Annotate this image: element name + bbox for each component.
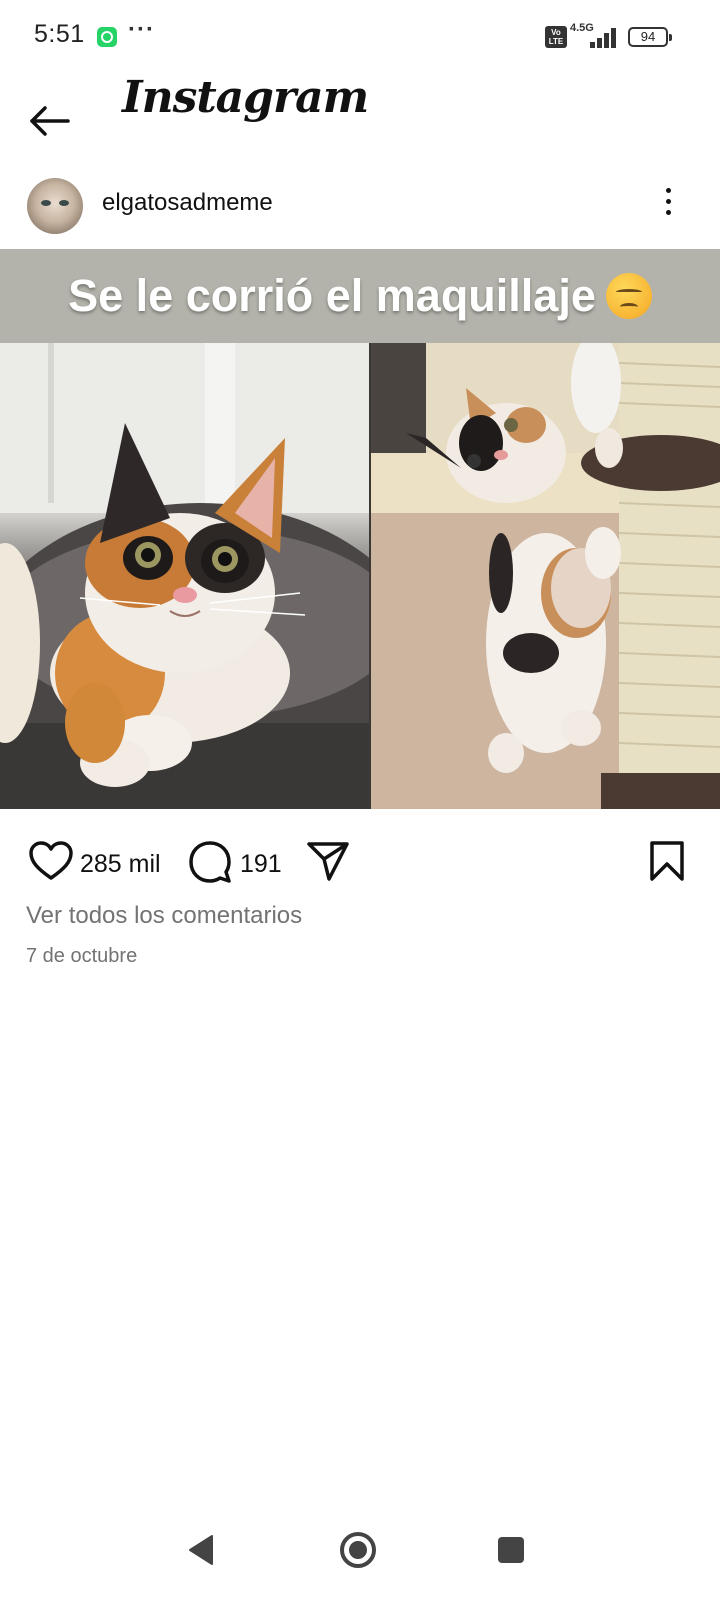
- bookmark-icon: [650, 841, 684, 881]
- avatar[interactable]: [27, 178, 83, 234]
- nav-recents-button[interactable]: [486, 1524, 536, 1574]
- share-button[interactable]: [306, 840, 350, 887]
- home-circle-icon: [340, 1532, 376, 1568]
- view-all-comments-link[interactable]: Ver todos los comentarios: [26, 902, 302, 930]
- post-actions: 285 mil 191: [0, 822, 720, 902]
- comment-count[interactable]: 191: [240, 850, 282, 879]
- nav-home-button[interactable]: [333, 1524, 383, 1574]
- heart-icon: [29, 841, 73, 880]
- caption-text: Se le corrió el maquillaje: [68, 270, 596, 321]
- post-header: elgatosadmeme: [0, 170, 720, 244]
- arrow-left-icon: [30, 106, 70, 136]
- system-nav-bar: [0, 1500, 720, 1600]
- app-header: Instagram: [0, 72, 720, 162]
- save-button[interactable]: [648, 840, 686, 887]
- like-button[interactable]: [28, 840, 74, 887]
- comment-button[interactable]: [188, 840, 232, 889]
- signal-strength-icon: [586, 26, 618, 48]
- username[interactable]: elgatosadmeme: [102, 189, 273, 217]
- status-time: 5:51: [34, 20, 85, 48]
- post-image[interactable]: Se le corrió el maquillaje: [0, 249, 720, 819]
- volte-icon: Vo LTE: [545, 26, 567, 48]
- comment-bubble-icon: [189, 841, 231, 883]
- instagram-logo: Instagram: [122, 72, 369, 123]
- kitten-photo-right: [371, 343, 720, 809]
- like-count[interactable]: 285 mil: [80, 850, 161, 879]
- kitten-photo-left: [0, 343, 370, 809]
- nav-back-button[interactable]: [178, 1524, 228, 1574]
- caption-overlay-text: Se le corrió el maquillaje: [0, 249, 720, 343]
- send-icon: [307, 842, 349, 881]
- status-bar: 5:51 ··· Vo LTE 4.5G 94: [0, 0, 720, 72]
- whatsapp-icon: [97, 27, 117, 47]
- recents-square-icon: [498, 1537, 524, 1563]
- disappointed-face-emoji: [605, 273, 652, 319]
- volte-label-lte: LTE: [548, 37, 564, 46]
- back-triangle-icon: [189, 1535, 213, 1565]
- more-dots-icon: ···: [128, 16, 155, 43]
- post-date: 7 de octubre: [26, 945, 138, 967]
- back-button[interactable]: [26, 86, 76, 136]
- battery-icon: 94: [628, 27, 672, 47]
- volte-label-vo: Vo: [551, 28, 561, 37]
- caption-band: Se le corrió el maquillaje: [0, 249, 720, 343]
- more-options-icon[interactable]: [658, 184, 678, 228]
